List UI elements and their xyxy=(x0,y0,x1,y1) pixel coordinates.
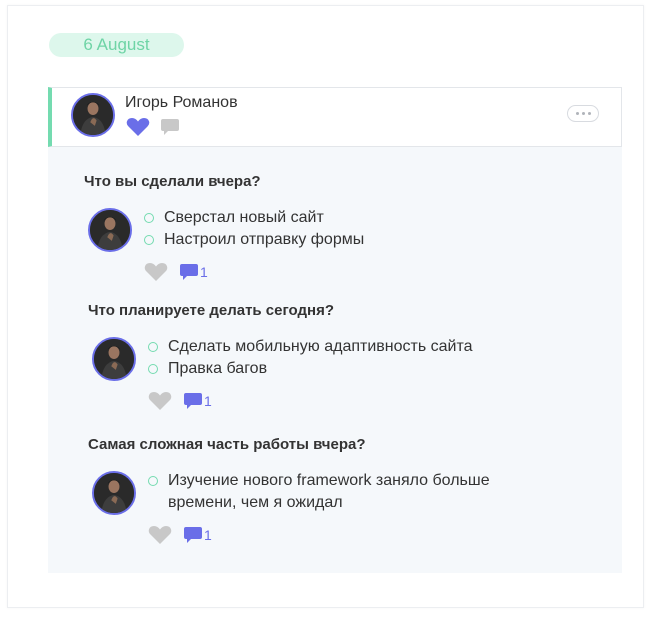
answer-actions: 1 xyxy=(148,391,212,411)
answer-item: Изучение нового framework заняло больше … xyxy=(148,470,518,514)
answer-item: Сделать мобильную адаптивность сайта xyxy=(148,336,588,358)
question-title: Что планируете делать сегодня? xyxy=(88,302,335,319)
heart-icon[interactable] xyxy=(148,391,172,411)
answer-actions: 1 xyxy=(144,262,208,282)
comment-count: 1 xyxy=(204,393,212,409)
answer-avatar[interactable] xyxy=(92,337,136,381)
bullet-circle-icon xyxy=(148,342,158,352)
question-title: Самая сложная часть работы вчера? xyxy=(88,436,366,453)
answer-list: Изучение нового framework заняло больше … xyxy=(148,470,518,514)
comment-button[interactable]: 1 xyxy=(183,526,212,545)
comment-icon xyxy=(184,526,202,543)
more-dot-icon xyxy=(581,112,585,115)
answer-item: Сверстал новый сайт xyxy=(144,207,584,229)
question-title: Что вы сделали вчера? xyxy=(84,173,261,190)
answer-item: Правка багов xyxy=(148,358,588,380)
heart-icon[interactable] xyxy=(126,117,150,137)
answer-avatar[interactable] xyxy=(92,471,136,515)
date-badge: 6 August xyxy=(49,33,184,57)
comment-icon xyxy=(184,392,202,409)
avatar-photo-icon xyxy=(90,210,130,250)
author-avatar[interactable] xyxy=(71,93,115,137)
comment-button[interactable]: 1 xyxy=(179,263,208,282)
author-name[interactable]: Игорь Романов xyxy=(125,94,238,112)
bullet-circle-icon xyxy=(148,476,158,486)
avatar-photo-icon xyxy=(94,339,134,379)
avatar-photo-icon xyxy=(94,473,134,513)
more-options-button[interactable] xyxy=(567,105,599,122)
comment-button[interactable]: 1 xyxy=(183,392,212,411)
comment-count: 1 xyxy=(200,264,208,280)
answer-avatar[interactable] xyxy=(88,208,132,252)
answer-actions: 1 xyxy=(148,525,212,545)
bullet-circle-icon xyxy=(148,364,158,374)
more-dot-icon xyxy=(575,112,579,115)
heart-icon[interactable] xyxy=(148,525,172,545)
answer-list: Сверстал новый сайт Настроил отправку фо… xyxy=(144,207,584,251)
heart-icon[interactable] xyxy=(144,262,168,282)
more-dot-icon xyxy=(587,112,591,115)
bullet-circle-icon xyxy=(144,213,154,223)
bullet-circle-icon xyxy=(144,235,154,245)
comment-icon xyxy=(180,263,198,280)
comment-count: 1 xyxy=(204,527,212,543)
comment-icon[interactable] xyxy=(160,118,180,137)
avatar-photo-icon xyxy=(73,95,113,135)
answer-list: Сделать мобильную адаптивность сайта Пра… xyxy=(148,336,588,380)
answer-item: Настроил отправку формы xyxy=(144,229,584,251)
